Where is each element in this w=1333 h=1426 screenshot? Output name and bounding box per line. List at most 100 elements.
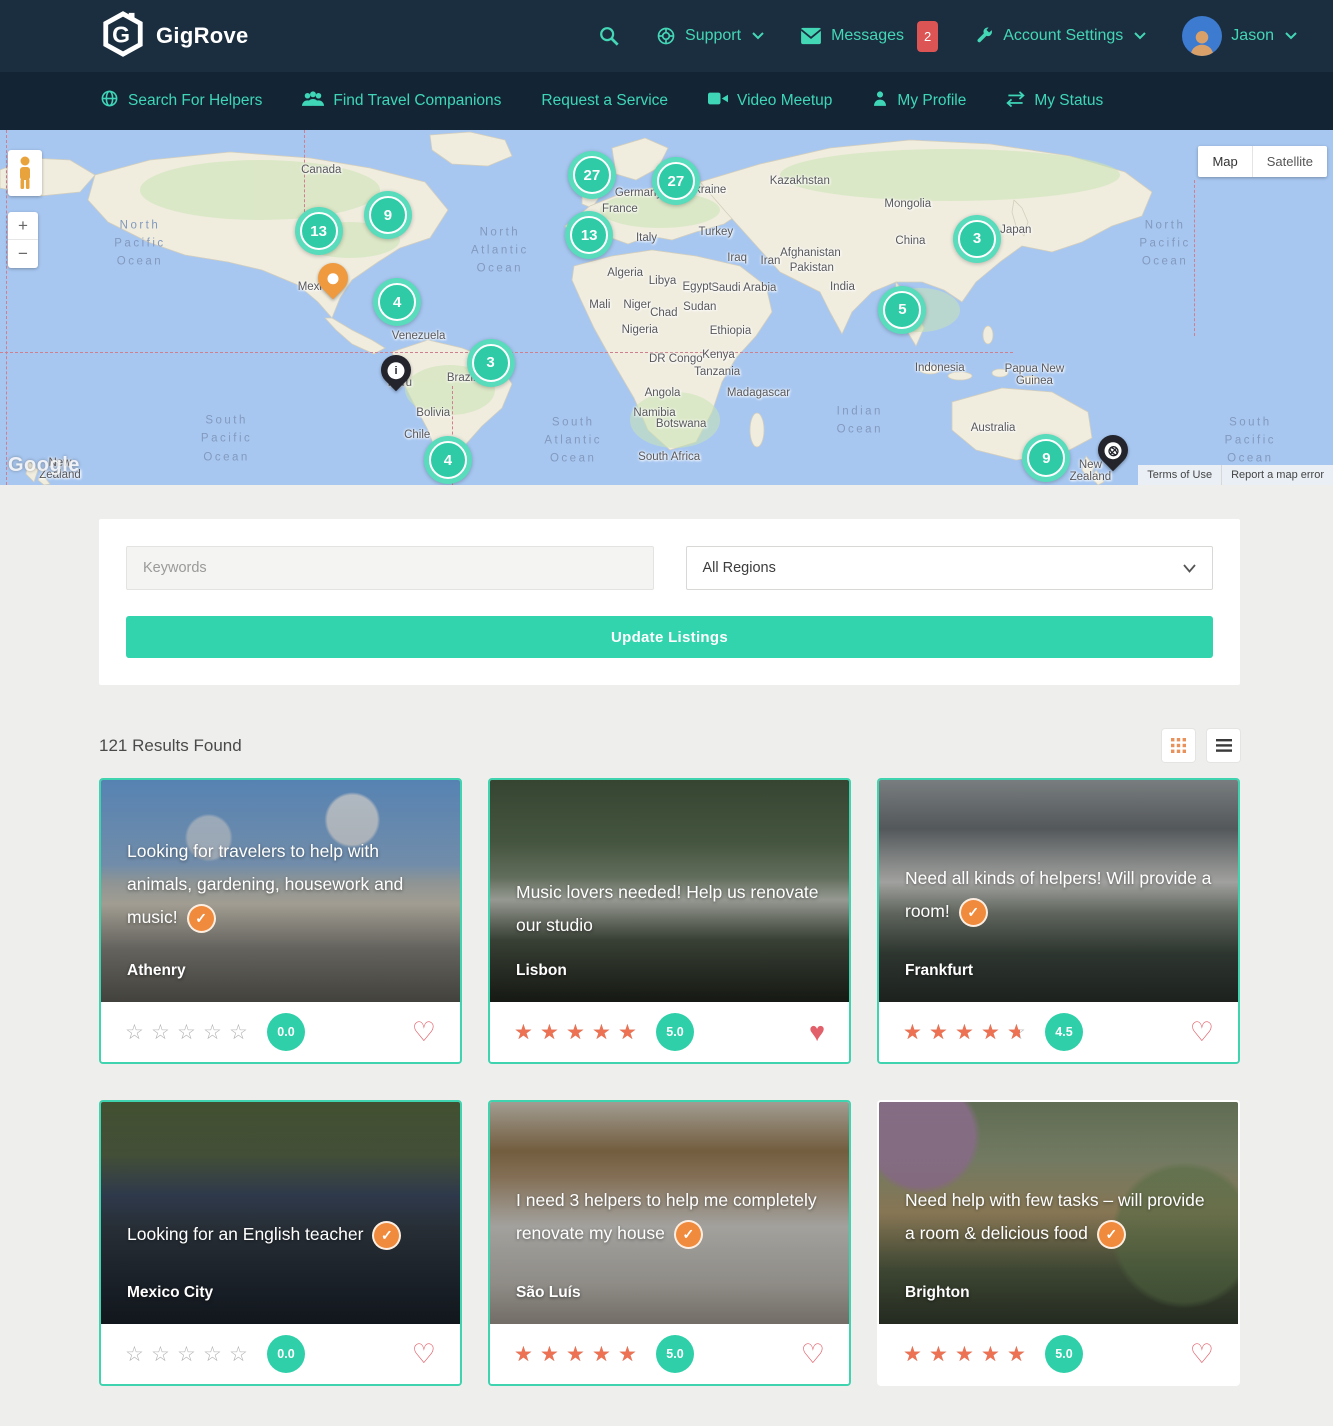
listing-photo: Need all kinds of helpers! Will provide …	[879, 780, 1238, 1002]
listing-city: Athenry	[127, 962, 186, 980]
rating-badge: 5.0	[656, 1013, 694, 1051]
listing-title: Looking for an English teacher✓	[127, 1218, 438, 1251]
favorite-heart-button[interactable]: ♡	[1190, 1341, 1214, 1368]
favorite-heart-button[interactable]: ♡	[801, 1341, 825, 1368]
star-rating: ☆★☆★☆★☆★☆★	[514, 1022, 644, 1043]
listing-city: São Luís	[516, 1284, 581, 1302]
verified-check-icon: ✓	[372, 1221, 401, 1250]
listing-card[interactable]: Music lovers needed! Help us renovate ou…	[488, 778, 851, 1064]
support-icon	[656, 26, 676, 46]
listing-card[interactable]: Need help with few tasks – will provide …	[877, 1100, 1240, 1386]
map-cluster-marker[interactable]: 13	[295, 207, 343, 255]
support-menu[interactable]: Support	[656, 26, 764, 46]
map-cluster-marker[interactable]: 4	[373, 278, 421, 326]
map-type-control: Map Satellite	[1198, 146, 1327, 177]
map-boundary-line	[304, 130, 305, 222]
listing-photo: Looking for travelers to help with anima…	[101, 780, 460, 1002]
street-view-pegman[interactable]	[8, 150, 42, 196]
listing-card[interactable]: Need all kinds of helpers! Will provide …	[877, 778, 1240, 1064]
star-rating: ☆★☆★☆★☆★☆★	[903, 1022, 1033, 1043]
map-cluster-marker[interactable]: 3	[467, 339, 515, 387]
keywords-input[interactable]	[126, 546, 654, 590]
gigrove-logo-icon: G	[100, 11, 146, 62]
listing-city: Lisbon	[516, 962, 567, 980]
info-pin-dark[interactable]: i	[381, 355, 411, 385]
zoom-in-button[interactable]: +	[8, 212, 38, 240]
secondary-navbar: Search For Helpers Find Travel Companion…	[0, 72, 1333, 130]
svg-text:G: G	[112, 21, 130, 47]
map-cluster-marker[interactable]: 27	[568, 151, 616, 199]
map-cluster-marker[interactable]: 5	[878, 286, 926, 334]
map-cluster-marker[interactable]: 9	[364, 191, 412, 239]
user-menu[interactable]: Jason	[1182, 16, 1297, 56]
zoom-out-button[interactable]: −	[8, 240, 38, 268]
subnav-item-search-for-helpers[interactable]: Search For Helpers	[100, 89, 262, 113]
google-map[interactable]: North Pacific OceanNorth Atlantic OceanS…	[0, 130, 1333, 485]
listing-card[interactable]: I need 3 helpers to help me completely r…	[488, 1100, 851, 1386]
subnav-item-find-travel-companions[interactable]: Find Travel Companions	[302, 90, 501, 112]
wrench-icon	[974, 26, 994, 46]
rating-badge: 5.0	[1045, 1335, 1083, 1373]
listing-footer: ☆★☆★☆★☆★☆★ 5.0 ♡	[490, 1324, 849, 1384]
listings-grid: Looking for travelers to help with anima…	[99, 778, 1240, 1386]
map-cluster-marker[interactable]: 27	[652, 157, 700, 205]
envelope-icon	[800, 27, 822, 45]
listing-title: Music lovers needed! Help us renovate ou…	[516, 876, 827, 942]
listing-footer: ☆★☆★☆★☆★☆★ 5.0 ♡	[879, 1324, 1238, 1384]
favorite-heart-button[interactable]: ♥	[809, 1019, 825, 1046]
account-settings-menu[interactable]: Account Settings	[974, 26, 1146, 46]
map-boundary-line	[6, 130, 7, 485]
listing-title: Need help with few tasks – will provide …	[905, 1184, 1216, 1250]
terms-of-use-link[interactable]: Terms of Use	[1138, 465, 1221, 485]
listing-footer: ☆★☆★☆★☆★☆★ 0.0 ♡	[101, 1324, 460, 1384]
map-cluster-marker[interactable]: 4	[424, 436, 472, 484]
listing-photo: Music lovers needed! Help us renovate ou…	[490, 780, 849, 1002]
star-rating: ☆★☆★☆★☆★☆★	[903, 1344, 1033, 1365]
report-map-error-link[interactable]: Report a map error	[1221, 465, 1333, 485]
listing-city: Frankfurt	[905, 962, 973, 980]
rating-badge: 0.0	[267, 1335, 305, 1373]
listing-city: Brighton	[905, 1284, 970, 1302]
username-label: Jason	[1231, 27, 1274, 45]
listing-footer: ☆★☆★☆★☆★☆★ 5.0 ♥	[490, 1002, 849, 1062]
search-icon[interactable]	[598, 25, 620, 47]
map-type-satellite-button[interactable]: Satellite	[1252, 146, 1327, 177]
listing-title: I need 3 helpers to help me completely r…	[516, 1184, 827, 1250]
support-label: Support	[685, 27, 741, 45]
rating-badge: 5.0	[656, 1335, 694, 1373]
verified-check-icon: ✓	[1097, 1220, 1126, 1249]
listing-photo: Need help with few tasks – will provide …	[879, 1102, 1238, 1324]
listing-card[interactable]: Looking for an English teacher✓ Mexico C…	[99, 1100, 462, 1386]
verified-check-icon: ✓	[187, 904, 216, 933]
brand-logo[interactable]: G GigRove	[100, 11, 249, 62]
favorite-heart-button[interactable]: ♡	[412, 1341, 436, 1368]
subnav-item-my-profile[interactable]: My Profile	[872, 90, 966, 112]
map-type-map-button[interactable]: Map	[1198, 146, 1251, 177]
update-listings-button[interactable]: Update Listings	[126, 616, 1213, 658]
favorite-heart-button[interactable]: ♡	[412, 1019, 436, 1046]
chevron-down-icon	[1134, 32, 1146, 40]
globe-pin-dark[interactable]	[1098, 435, 1128, 465]
grid-view-button[interactable]	[1162, 729, 1195, 762]
map-cluster-marker[interactable]: 3	[953, 215, 1001, 263]
rating-badge: 4.5	[1045, 1013, 1083, 1051]
subnav-item-video-meetup[interactable]: Video Meetup	[708, 91, 832, 111]
account-settings-label: Account Settings	[1003, 27, 1123, 45]
list-view-button[interactable]	[1207, 729, 1240, 762]
chevron-down-icon	[1285, 32, 1297, 40]
map-cluster-marker[interactable]: 13	[565, 211, 613, 259]
rating-badge: 0.0	[267, 1013, 305, 1051]
subnav-item-my-status[interactable]: My Status	[1006, 91, 1103, 112]
region-select[interactable]: All Regions	[686, 546, 1214, 590]
star-rating: ☆★☆★☆★☆★☆★	[514, 1344, 644, 1365]
brand-name: GigRove	[156, 23, 249, 49]
map-cluster-marker[interactable]: 9	[1022, 434, 1070, 482]
listing-city: Mexico City	[127, 1284, 213, 1302]
favorite-heart-button[interactable]: ♡	[1190, 1019, 1214, 1046]
verified-check-icon: ✓	[959, 898, 988, 927]
messages-menu[interactable]: Messages 2	[800, 21, 938, 52]
subnav-item-request-a-service[interactable]: Request a Service	[541, 92, 668, 110]
place-pin-orange[interactable]	[318, 263, 348, 293]
map-zoom-control: + −	[8, 212, 38, 268]
listing-card[interactable]: Looking for travelers to help with anima…	[99, 778, 462, 1064]
